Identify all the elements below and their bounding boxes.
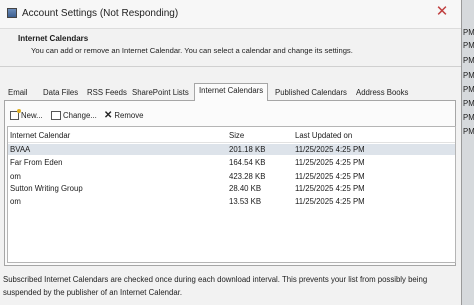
account-settings-window: Account Settings (Not Responding) ✕ Inte…: [0, 0, 462, 305]
calendar-name: om: [10, 172, 21, 181]
calendar-list[interactable]: Internet Calendar Size Last Updated on B…: [7, 126, 456, 263]
section-title: Internet Calendars: [18, 34, 89, 43]
close-button[interactable]: ✕: [432, 3, 452, 21]
table-row[interactable]: BVAA 201.18 KB 11/25/2025 4:25 PM: [8, 144, 455, 155]
background-time-label: PM: [463, 56, 474, 65]
background-time-label: PM: [463, 85, 474, 94]
tab-email[interactable]: Email: [4, 86, 32, 100]
background-time-label: PM: [463, 28, 474, 37]
header-divider: [0, 66, 461, 67]
title-bar[interactable]: Account Settings (Not Responding) ✕: [0, 0, 461, 29]
footer-note: Subscribed Internet Calendars are checke…: [3, 275, 428, 297]
calendar-size: 201.18 KB: [229, 145, 266, 154]
calendar-size: 13.53 KB: [229, 197, 262, 206]
calendar-name: Sutton Writing Group: [10, 184, 83, 193]
table-row[interactable]: om 423.28 KB 11/25/2025 4:25 PM: [8, 171, 455, 182]
background-time-label: PM: [463, 113, 474, 122]
change-button[interactable]: Change...: [51, 110, 97, 122]
calendar-size: 28.40 KB: [229, 184, 262, 193]
calendar-size: 164.54 KB: [229, 158, 266, 167]
section-description: You can add or remove an Internet Calend…: [31, 46, 353, 55]
calendar-updated: 11/25/2025 4:25 PM: [295, 145, 365, 154]
calendar-updated: 11/25/2025 4:25 PM: [295, 184, 365, 193]
background-time-label: PM: [463, 127, 474, 136]
remove-x-icon: ✕: [104, 109, 113, 121]
calendar-name: om: [10, 197, 21, 206]
calendar-updated: 11/25/2025 4:25 PM: [295, 158, 365, 167]
outlook-app-icon: [7, 8, 17, 18]
tab-data-files[interactable]: Data Files: [39, 86, 82, 100]
table-row[interactable]: Far From Eden 164.54 KB 11/25/2025 4:25 …: [8, 157, 455, 168]
window-title: Account Settings (Not Responding): [22, 8, 179, 19]
column-header-calendar[interactable]: Internet Calendar: [10, 131, 70, 140]
background-time-label: PM: [463, 99, 474, 108]
background-calendar-strip: PM PM PM PM PM PM PM PM: [462, 0, 474, 305]
remove-button-label: Remove: [114, 111, 144, 120]
change-settings-icon: [51, 111, 61, 121]
background-time-label: PM: [463, 41, 474, 50]
table-row[interactable]: om 13.53 KB 11/25/2025 4:25 PM: [8, 196, 455, 207]
list-header: Internet Calendar Size Last Updated on: [8, 127, 455, 143]
tab-rss-feeds[interactable]: RSS Feeds: [83, 86, 131, 100]
change-button-label: Change...: [63, 111, 97, 120]
column-header-size[interactable]: Size: [229, 131, 244, 140]
calendar-size: 423.28 KB: [229, 172, 266, 181]
tab-sharepoint-lists[interactable]: SharePoint Lists: [128, 86, 193, 100]
calendar-updated: 11/25/2025 4:25 PM: [295, 197, 365, 206]
background-time-label: PM: [463, 71, 474, 80]
calendar-name: Far From Eden: [10, 158, 63, 167]
tab-published-calendars[interactable]: Published Calendars: [271, 86, 351, 100]
tab-address-books[interactable]: Address Books: [352, 86, 412, 100]
new-button-label: New...: [21, 111, 43, 120]
column-header-updated[interactable]: Last Updated on: [295, 131, 352, 140]
table-row[interactable]: Sutton Writing Group 28.40 KB 11/25/2025…: [8, 183, 455, 194]
calendar-name: BVAA: [10, 145, 31, 154]
remove-button[interactable]: ✕ Remove: [104, 110, 143, 122]
new-button[interactable]: New...: [10, 109, 43, 122]
calendar-updated: 11/25/2025 4:25 PM: [295, 172, 365, 181]
new-calendar-icon: [10, 109, 21, 121]
tab-internet-calendars[interactable]: Internet Calendars: [194, 83, 269, 101]
